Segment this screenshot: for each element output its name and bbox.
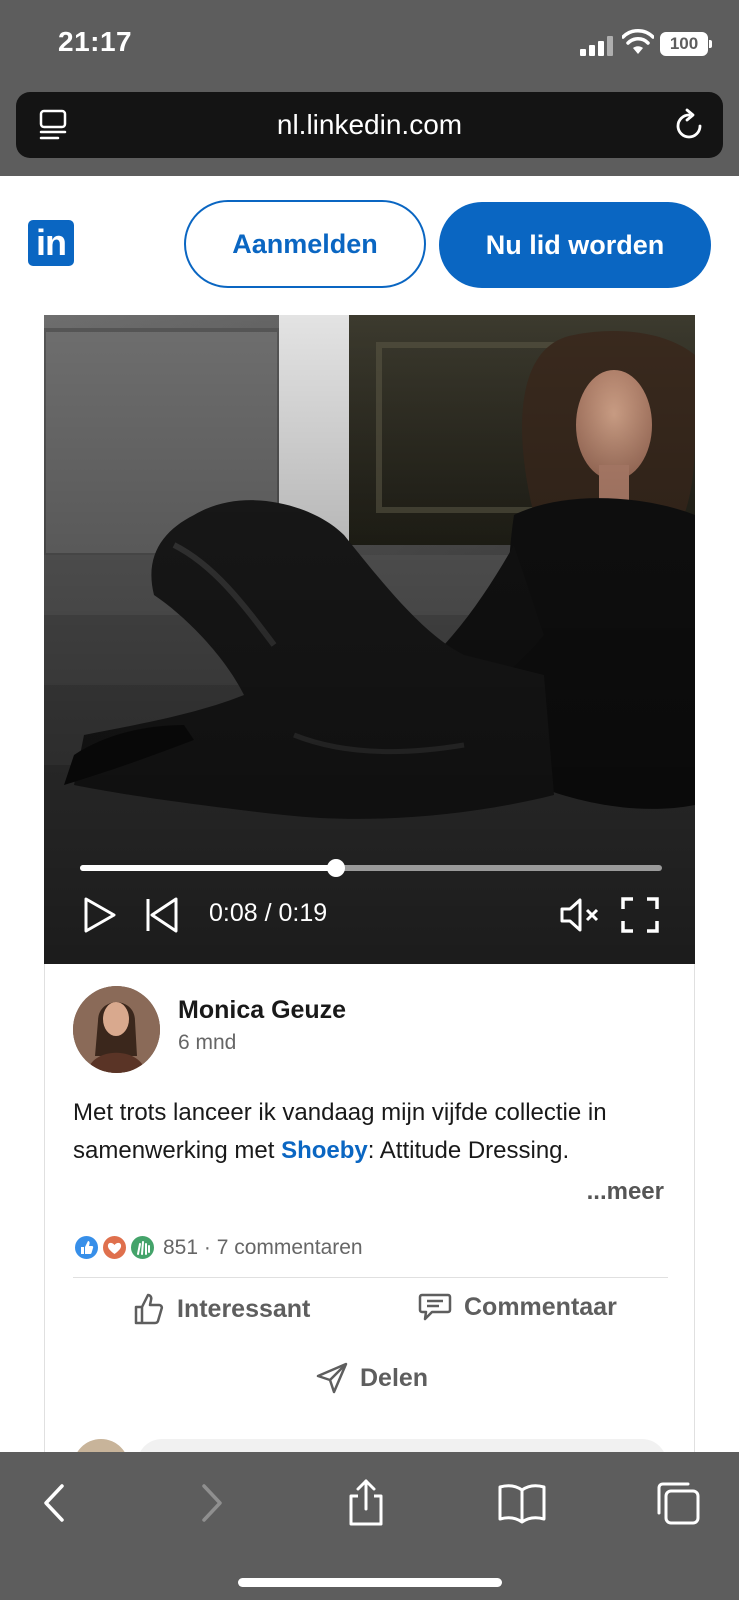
comment-icon <box>418 1293 452 1321</box>
url-text[interactable]: nl.linkedin.com <box>16 109 723 141</box>
author-name[interactable]: Monica Geuze <box>178 996 346 1025</box>
video-player[interactable]: 0:08 / 0:19 <box>44 315 695 964</box>
browser-toolbar <box>0 1452 739 1600</box>
forward-icon[interactable] <box>186 1478 236 1528</box>
avatar-image <box>73 986 160 1073</box>
comment-label: Commentaar <box>464 1292 617 1321</box>
skip-back-icon[interactable] <box>144 895 180 935</box>
like-button[interactable]: Interessant <box>133 1292 310 1326</box>
status-time: 21:17 <box>58 26 133 57</box>
address-bar[interactable]: nl.linkedin.com <box>16 92 723 158</box>
join-button[interactable]: Nu lid worden <box>439 202 711 288</box>
home-indicator[interactable] <box>238 1578 502 1587</box>
video-progress-fill <box>80 865 337 871</box>
battery-indicator: 100 <box>660 32 712 56</box>
love-reaction-icon <box>101 1234 128 1261</box>
cellular-signal-icon <box>580 36 614 56</box>
post-text-end: : Attitude Dressing. <box>367 1137 570 1164</box>
fullscreen-icon[interactable] <box>621 897 659 933</box>
comment-button[interactable]: Commentaar <box>418 1292 617 1322</box>
back-icon[interactable] <box>30 1478 80 1528</box>
play-icon[interactable] <box>82 895 118 935</box>
share-icon <box>316 1362 348 1394</box>
like-reaction-icon <box>73 1234 100 1261</box>
share-button[interactable]: Delen <box>316 1362 428 1394</box>
wifi-icon <box>622 29 654 54</box>
bookmarks-icon[interactable] <box>497 1478 547 1528</box>
tabs-icon[interactable] <box>653 1478 703 1528</box>
like-icon <box>134 1293 164 1325</box>
signin-button[interactable]: Aanmelden <box>184 200 426 288</box>
mention-link[interactable]: Shoeby <box>281 1137 368 1164</box>
mute-icon[interactable] <box>559 897 601 933</box>
video-time: 0:08 / 0:19 <box>209 899 328 927</box>
reactions-count[interactable]: 851 · 7 commentaren <box>163 1236 363 1260</box>
share-label: Delen <box>360 1363 429 1392</box>
post-card: Monica Geuze 6 mnd Met trots lanceer ik … <box>44 964 695 1495</box>
reload-icon[interactable] <box>673 108 705 142</box>
share-sheet-icon[interactable] <box>341 1478 391 1528</box>
post-time: 6 mnd <box>178 1031 237 1054</box>
video-scrubber-handle[interactable] <box>327 859 346 877</box>
see-more-link[interactable]: ...meer <box>587 1178 664 1206</box>
video-progress-bar[interactable] <box>80 859 662 877</box>
author-avatar[interactable] <box>73 986 160 1073</box>
post-text: Met trots lanceer ik vandaag mijn vijfde… <box>73 1094 673 1170</box>
status-bar: 21:17 100 nl.linkedin.com <box>0 0 739 176</box>
celebrate-reaction-icon <box>129 1234 156 1261</box>
divider <box>73 1277 668 1278</box>
linkedin-logo[interactable]: in <box>28 220 74 266</box>
like-label: Interessant <box>177 1294 311 1323</box>
